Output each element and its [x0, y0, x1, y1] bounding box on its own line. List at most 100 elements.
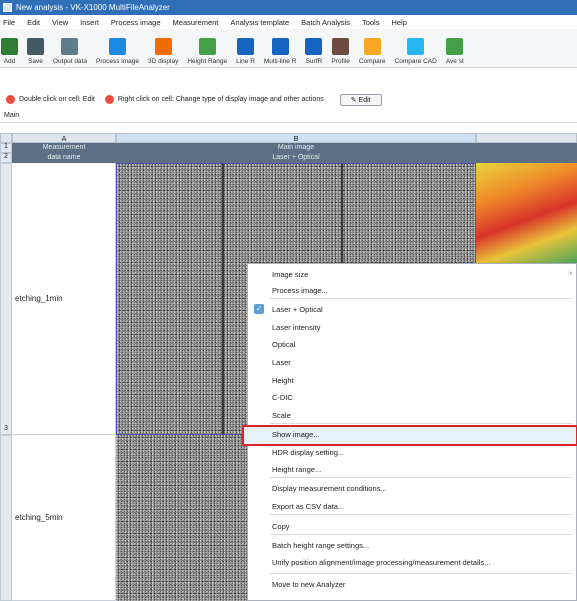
- compare-icon: [363, 38, 381, 55]
- add-icon: [1, 38, 18, 55]
- row2-col-c: [476, 153, 577, 163]
- menu-item-laser-intensity[interactable]: Laser intensity: [272, 323, 320, 332]
- menu-item-show-image[interactable]: Show image...: [272, 430, 320, 439]
- column-header-c[interactable]: [476, 133, 577, 143]
- corner-cell[interactable]: [0, 133, 12, 143]
- menu-separator: [270, 423, 572, 424]
- menu-item-display-measurement-conditions[interactable]: Display measurement conditions...: [272, 484, 387, 493]
- menu-separator: [270, 514, 572, 515]
- column-header-a[interactable]: A: [12, 133, 116, 143]
- ave-st-icon: [446, 38, 464, 55]
- menu-edit[interactable]: Edit: [27, 18, 40, 27]
- submenu-arrow-icon: ›: [569, 270, 572, 277]
- menu-item-copy[interactable]: Copy: [272, 522, 290, 531]
- row-header-1[interactable]: 1: [0, 143, 12, 153]
- toolbar-button-height-range[interactable]: Height Range: [187, 28, 227, 67]
- right-click-icon: [104, 95, 114, 104]
- process-image-icon: [108, 38, 126, 55]
- measurement-label: Measurement: [12, 143, 116, 153]
- toolbar-button-label: 3D display: [147, 58, 179, 65]
- toolbar-button-3d-display[interactable]: 3D display: [148, 28, 178, 67]
- toolbar-button-label: Save: [28, 58, 43, 65]
- toolbar-button-label: Ave st: [445, 58, 464, 65]
- toolbar-button-compare[interactable]: Compare: [359, 28, 386, 67]
- context-menu: Image size › Process image... Laser + Optic…: [242, 263, 577, 601]
- menu-item-unify-position-alignment-image-processing-measurement-details[interactable]: Unify position alignment/image processin…: [272, 558, 490, 567]
- image-type-header: Laser + Optical: [116, 153, 476, 163]
- data-name-cell[interactable]: etching_5min: [12, 435, 116, 601]
- row-header-4[interactable]: [0, 435, 12, 601]
- tab-main[interactable]: Main: [4, 112, 19, 119]
- surf-r-icon: [305, 38, 323, 55]
- menu-analysis-template[interactable]: Analysis template: [230, 18, 289, 27]
- menu-process-image[interactable]: Process image: [111, 18, 161, 27]
- menu-item-process-image[interactable]: Process image...: [272, 286, 328, 295]
- edit-button-label: Edit: [358, 96, 371, 104]
- menu-item-image-size[interactable]: Image size: [272, 270, 308, 279]
- toolbar-button-multi-line-r[interactable]: Multi-line R: [263, 28, 297, 67]
- row-header-2[interactable]: 2: [0, 153, 12, 163]
- menu-item-export-as-csv-data[interactable]: Export as CSV data...: [272, 502, 344, 511]
- menu-item-move-to-new-analyzer[interactable]: Move to new Analyzer: [272, 580, 345, 589]
- row1-col-c: [476, 143, 577, 153]
- toolbar-button-label: Output data: [53, 58, 87, 65]
- toolbar-button-output-data[interactable]: Output data: [53, 28, 87, 67]
- toolbar-button-label: Compare: [358, 58, 386, 65]
- double-click-icon: [6, 95, 15, 104]
- toolbar-button-profile[interactable]: Profile: [331, 28, 350, 67]
- menu-item-batch-height-range-settings[interactable]: Batch height range settings...: [272, 541, 369, 550]
- compare-cad-icon: [407, 38, 425, 55]
- toolbar-button-save[interactable]: Save: [27, 28, 44, 67]
- edit-button[interactable]: ✎ Edit: [339, 93, 382, 106]
- menu-separator: [270, 477, 572, 478]
- toolbar-button-add[interactable]: Add: [1, 28, 18, 67]
- title-bar: New analysis - VK-X1000 MultiFileAnalyze…: [0, 0, 577, 15]
- data-name-cell[interactable]: etching_1min: [12, 163, 116, 435]
- toolbar-button-label: Add: [3, 58, 16, 65]
- profile-icon: [332, 38, 350, 55]
- menu-view[interactable]: View: [52, 18, 68, 27]
- menu-item-optical[interactable]: Optical: [272, 340, 295, 349]
- menu-bar: File Edit View Insert Process image Meas…: [0, 15, 577, 29]
- toolbar-button-surfr[interactable]: SurfR: [305, 28, 323, 67]
- toolbar: Add Save Output data Process image 3D displa…: [0, 29, 577, 68]
- menu-batch-analysis[interactable]: Batch Analysis: [301, 18, 350, 27]
- menu-item-hdr-display-setting[interactable]: HDR display setting...: [272, 448, 344, 457]
- menu-measurement[interactable]: Measurement: [173, 18, 219, 27]
- menu-file[interactable]: File: [3, 18, 15, 27]
- toolbar-button-label: Height Range: [187, 58, 228, 65]
- menu-item-scale[interactable]: Scale: [272, 411, 291, 420]
- menu-help[interactable]: Help: [391, 18, 406, 27]
- toolbar-button-label: Line R: [236, 58, 255, 65]
- menu-separator: [270, 534, 572, 535]
- toolbar-button-label: Multi-line R: [263, 58, 297, 65]
- line-r-icon: [236, 38, 254, 55]
- toolbar-button-line-r[interactable]: Line R: [236, 28, 255, 67]
- toolbar-button-process-image[interactable]: Process image: [96, 28, 139, 67]
- menu-insert[interactable]: Insert: [80, 18, 99, 27]
- toolbar-button-ave-st[interactable]: Ave st: [446, 28, 464, 67]
- menu-separator: [270, 298, 572, 299]
- save-icon: [27, 38, 44, 55]
- row-header-3[interactable]: 3: [0, 163, 12, 435]
- toolbar-button-label: Compare CAD: [394, 58, 437, 65]
- toolbar-button-label: Process image: [95, 58, 139, 65]
- menu-separator: [270, 573, 572, 574]
- right-click-hint: Right click on cell: Change type of disp…: [117, 96, 324, 103]
- height-map-image[interactable]: [476, 163, 577, 263]
- height-range-icon: [198, 38, 216, 55]
- toolbar-button-compare-cad[interactable]: Compare CAD: [395, 28, 437, 67]
- menu-item-laser[interactable]: Laser: [272, 358, 291, 367]
- menu-item-laser-optical[interactable]: Laser + Optical: [272, 305, 323, 314]
- multi-line-r-icon: [271, 38, 289, 55]
- column-header-b[interactable]: B: [116, 133, 476, 143]
- double-click-hint: Double click on cell: Edit: [19, 96, 95, 103]
- menu-item-height-range[interactable]: Height range...: [272, 465, 321, 474]
- menu-tools[interactable]: Tools: [362, 18, 380, 27]
- menu-item-height[interactable]: Height: [272, 376, 294, 385]
- main-image-header: Main image: [116, 143, 476, 153]
- toolbar-button-label: Profile: [331, 58, 350, 65]
- menu-item-c-dic[interactable]: C-DIC: [272, 393, 293, 402]
- toolbar-button-label: SurfR: [305, 58, 323, 65]
- hint-bar: Double click on cell: Edit Right click o…: [0, 91, 577, 108]
